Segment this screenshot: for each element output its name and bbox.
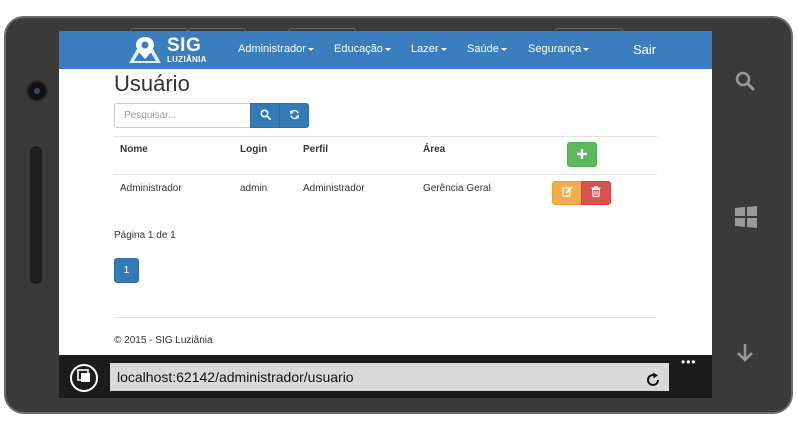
- nav-menu-label: Educação: [334, 43, 383, 55]
- caret-down-icon: [440, 47, 447, 51]
- table-top-border: [114, 136, 657, 137]
- cell-area: Gerência Geral: [423, 183, 491, 194]
- add-user-button[interactable]: [567, 142, 597, 167]
- nav-menu-label: Administrador: [238, 43, 306, 55]
- trash-icon: [591, 184, 601, 202]
- column-header-perfil: Perfil: [303, 144, 329, 155]
- edit-icon: [561, 184, 573, 202]
- windows-icon[interactable]: [734, 205, 758, 229]
- tabs-button[interactable]: [70, 364, 98, 392]
- column-header-area: Área: [423, 144, 446, 155]
- tabs-icon: [76, 368, 92, 389]
- page-button[interactable]: 1: [114, 258, 139, 283]
- caret-down-icon: [583, 47, 590, 51]
- map-pin-logo-icon: [127, 35, 163, 65]
- logout-link[interactable]: Sair: [633, 42, 656, 57]
- delete-button[interactable]: [581, 181, 611, 205]
- nav-menu-seguranca[interactable]: Segurança: [528, 43, 590, 55]
- search-button[interactable]: [250, 103, 280, 128]
- caret-down-icon: [500, 47, 507, 51]
- pagination-info: Página 1 de 1: [114, 230, 176, 241]
- footer-divider: [114, 317, 657, 318]
- edit-button[interactable]: [552, 181, 582, 205]
- refresh-button[interactable]: [279, 103, 309, 128]
- back-arrow-icon[interactable]: [734, 342, 758, 366]
- page-title: Usuário: [114, 71, 190, 96]
- logo-title: SIG: [167, 35, 202, 56]
- camera: [26, 80, 48, 102]
- caret-down-icon: [307, 47, 314, 51]
- hardware-search-icon[interactable]: [734, 70, 758, 94]
- cell-login: admin: [240, 183, 268, 194]
- url-field[interactable]: localhost:62142/administrador/usuario: [110, 363, 669, 391]
- column-header-login: Login: [240, 144, 268, 155]
- nav-menu-lazer[interactable]: Lazer: [411, 43, 447, 55]
- plus-icon: [577, 146, 587, 164]
- browser-address-bar: localhost:62142/administrador/usuario ••…: [59, 355, 712, 398]
- nav-menu-educacao[interactable]: Educação: [334, 43, 391, 55]
- search-icon: [259, 107, 271, 125]
- footer-text: © 2015 - SIG Luziânia: [114, 335, 213, 346]
- nav-menu-label: Saúde: [467, 43, 499, 55]
- reload-icon[interactable]: [645, 369, 661, 386]
- caret-down-icon: [384, 47, 391, 51]
- refresh-icon: [289, 107, 300, 125]
- more-options-button[interactable]: •••: [681, 356, 697, 368]
- navbar: SIG LUZIÂNIA Administrador Educação Laze…: [59, 31, 712, 69]
- browser-viewport: SIG LUZIÂNIA Administrador Educação Laze…: [59, 31, 712, 398]
- cell-perfil: Administrador: [303, 183, 365, 194]
- url-text: localhost:62142/administrador/usuario: [117, 369, 354, 385]
- logo-subtitle: LUZIÂNIA: [167, 55, 207, 64]
- nav-menu-label: Segurança: [528, 43, 582, 55]
- table-header-border: [114, 174, 657, 175]
- cell-nome: Administrador: [120, 183, 182, 194]
- nav-menu-administrador[interactable]: Administrador: [238, 43, 314, 55]
- nav-menu-label: Lazer: [411, 43, 439, 55]
- nav-menu-saude[interactable]: Saúde: [467, 43, 507, 55]
- column-header-nome: Nome: [120, 144, 148, 155]
- search-input[interactable]: Pesquisar...: [114, 103, 250, 128]
- side-button: [30, 146, 42, 284]
- logo[interactable]: SIG LUZIÂNIA: [127, 35, 207, 65]
